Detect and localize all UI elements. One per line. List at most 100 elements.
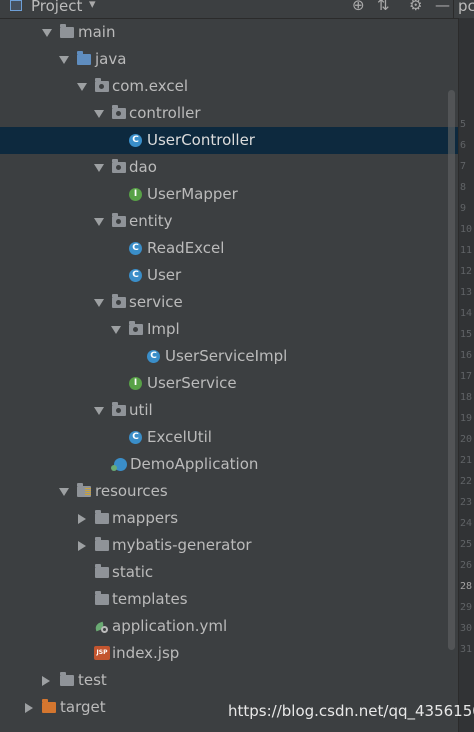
tree-node-application-yml[interactable]: application.yml — [0, 613, 458, 640]
tree-node-entity[interactable]: entity — [0, 208, 458, 235]
project-icon — [10, 0, 22, 11]
folder-icon — [95, 564, 109, 578]
tree-node-readexcel[interactable]: C ReadExcel — [0, 235, 458, 262]
tree-node-excelutil[interactable]: C ExcelUtil — [0, 424, 458, 451]
chevron-down-icon[interactable] — [94, 218, 104, 226]
chevron-down-icon[interactable] — [59, 488, 69, 496]
vertical-scrollbar[interactable] — [448, 90, 455, 650]
folder-icon — [95, 510, 109, 524]
tree-node-controller[interactable]: controller — [0, 100, 458, 127]
tree-node-service[interactable]: service — [0, 289, 458, 316]
locate-icon[interactable]: ⊕ — [352, 0, 365, 14]
tree-node-user[interactable]: C User — [0, 262, 458, 289]
chevron-down-icon[interactable] — [94, 164, 104, 172]
jsp-file-icon: JSP — [94, 646, 110, 660]
line-number: 12 — [460, 266, 473, 277]
folder-icon — [95, 591, 109, 605]
tree-node-userserviceimpl[interactable]: C UserServiceImpl — [0, 343, 458, 370]
class-icon: C — [129, 134, 142, 147]
chevron-down-icon[interactable] — [77, 83, 87, 91]
line-number: 15 — [460, 329, 473, 340]
line-number: 24 — [460, 518, 473, 529]
tree-node-dao[interactable]: dao — [0, 154, 458, 181]
package-icon — [129, 321, 143, 335]
line-number: 13 — [460, 287, 473, 298]
package-icon — [112, 213, 126, 227]
tree-node-label: mybatis-generator — [112, 536, 252, 554]
view-dropdown-icon[interactable]: ▾ — [89, 0, 96, 12]
folder-icon — [95, 537, 109, 551]
tool-window-title[interactable]: Project — [31, 0, 82, 15]
settings-icon[interactable]: ⚙ — [409, 0, 422, 14]
chevron-right-icon[interactable] — [78, 541, 86, 551]
tree-node-label: templates — [112, 590, 188, 608]
tree-node-label: java — [95, 50, 127, 68]
tree-node-demoapplication[interactable]: DemoApplication — [0, 451, 458, 478]
tree-node-label: ExcelUtil — [147, 428, 212, 446]
project-tree: main java com.excel controller C UserCon… — [0, 18, 458, 732]
project-tool-window-header: Project ▾ ⊕ ⇅ ⚙ — pc — [0, 0, 474, 19]
line-number: 10 — [460, 224, 473, 235]
tree-node-label: application.yml — [112, 617, 228, 635]
tree-node-templates[interactable]: templates — [0, 586, 458, 613]
tree-node-label: service — [129, 293, 183, 311]
tree-node-usermapper[interactable]: I UserMapper — [0, 181, 458, 208]
line-number: 22 — [460, 476, 473, 487]
class-icon: C — [147, 350, 160, 363]
chevron-down-icon[interactable] — [94, 299, 104, 307]
chevron-down-icon[interactable] — [94, 110, 104, 118]
collapse-all-icon[interactable]: ⇅ — [377, 0, 390, 14]
tree-node-main[interactable]: main — [0, 19, 458, 46]
header-divider — [453, 0, 454, 18]
tree-node-label: index.jsp — [112, 644, 180, 662]
line-number: 20 — [460, 434, 473, 445]
chevron-down-icon[interactable] — [42, 29, 52, 37]
tree-node-userservice[interactable]: I UserService — [0, 370, 458, 397]
folder-icon — [60, 24, 74, 38]
tree-node-test[interactable]: test — [0, 667, 458, 694]
tree-node-label: ReadExcel — [147, 239, 225, 257]
line-number: 31 — [460, 644, 473, 655]
tree-node-usercontroller[interactable]: C UserController — [0, 127, 458, 154]
tree-node-util[interactable]: util — [0, 397, 458, 424]
tree-node-label: com.excel — [112, 77, 189, 95]
tree-node-label: test — [78, 671, 107, 689]
chevron-down-icon[interactable] — [59, 56, 69, 64]
line-number: 19 — [460, 413, 473, 424]
chevron-right-icon[interactable] — [78, 514, 86, 524]
class-icon: C — [129, 269, 142, 282]
tree-node-index-jsp[interactable]: JSP index.jsp — [0, 640, 458, 667]
class-icon: C — [129, 431, 142, 444]
chevron-right-icon[interactable] — [25, 703, 33, 713]
interface-icon: I — [129, 377, 142, 390]
hide-icon[interactable]: — — [435, 0, 450, 14]
chevron-down-icon[interactable] — [111, 326, 121, 334]
tree-node-label: mappers — [112, 509, 179, 527]
line-number: 21 — [460, 455, 473, 466]
package-icon — [112, 105, 126, 119]
line-number: 28 — [460, 581, 473, 592]
editor-tab[interactable]: pc — [458, 0, 474, 15]
chevron-down-icon[interactable] — [94, 407, 104, 415]
tree-node-label: static — [112, 563, 154, 581]
spring-boot-class-icon — [111, 458, 127, 471]
tree-node-static[interactable]: static — [0, 559, 458, 586]
tree-node-label: DemoApplication — [130, 455, 259, 473]
line-number: 6 — [460, 140, 467, 151]
tree-node-label: controller — [129, 104, 201, 122]
tree-node-com-excel[interactable]: com.excel — [0, 73, 458, 100]
tree-node-impl[interactable]: Impl — [0, 316, 458, 343]
tree-node-mappers[interactable]: mappers — [0, 505, 458, 532]
line-number: 17 — [460, 371, 473, 382]
line-number: 23 — [460, 497, 473, 508]
line-number: 26 — [460, 560, 473, 571]
chevron-right-icon[interactable] — [42, 676, 50, 686]
tree-node-label: UserMapper — [147, 185, 238, 203]
tree-node-mybatis-generator[interactable]: mybatis-generator — [0, 532, 458, 559]
tree-node-label: util — [129, 401, 153, 419]
tree-node-java[interactable]: java — [0, 46, 458, 73]
tree-node-resources[interactable]: resources — [0, 478, 458, 505]
tree-node-label: resources — [95, 482, 168, 500]
folder-icon — [60, 672, 74, 686]
tree-node-label: main — [78, 23, 116, 41]
